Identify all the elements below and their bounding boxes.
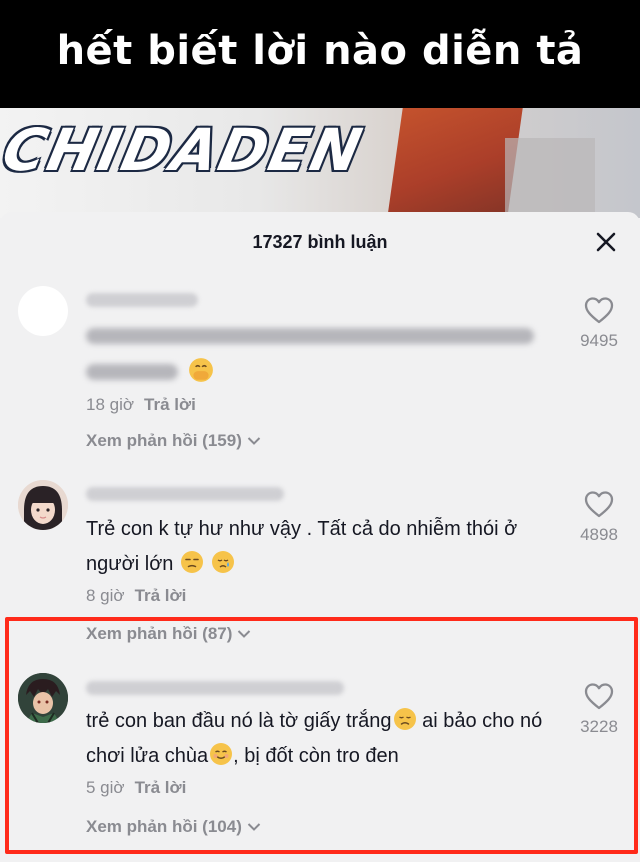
comment-text-content: Trẻ con k tự hư như vậy . Tất cả do nhiễ…	[86, 518, 518, 575]
comment-meta: 8 giờ Trả lời	[86, 586, 186, 606]
like-button[interactable]: 4898	[566, 490, 632, 545]
close-icon[interactable]	[594, 230, 618, 254]
reply-button[interactable]: Trả lời	[135, 586, 187, 605]
comment-username-blurred[interactable]	[86, 487, 284, 501]
view-replies-button[interactable]: Xem phản hồi (159)	[86, 431, 261, 451]
video-caption: hết biết lời nào diễn tả	[56, 28, 584, 74]
unamused-emoji	[181, 551, 203, 573]
comment-meta: 18 giờ Trả lời	[86, 395, 196, 415]
avatar[interactable]	[18, 286, 68, 336]
hand-over-mouth-emoji	[188, 357, 214, 388]
comment-username-blurred[interactable]	[86, 293, 198, 307]
crying-emoji	[211, 551, 234, 573]
video-preview[interactable]: CHIDADEN	[0, 108, 640, 218]
video-background-shape	[505, 138, 595, 218]
video-red-figure	[387, 108, 523, 218]
avatar[interactable]	[18, 480, 68, 530]
like-count: 4898	[580, 525, 618, 544]
comment-time: 8 giờ	[86, 586, 125, 605]
comment-count: 17327 bình luận	[252, 232, 388, 252]
comment-text: Trẻ con k tự hư như vậy . Tất cả do nhiễ…	[86, 512, 566, 582]
comment-text-blurred	[86, 364, 178, 380]
highlight-box	[5, 617, 638, 854]
comment-time: 18 giờ	[86, 395, 135, 414]
reply-button[interactable]: Trả lời	[144, 395, 196, 414]
like-button[interactable]: 9495	[566, 296, 632, 351]
heart-icon	[584, 297, 614, 324]
video-caption-bar: hết biết lời nào diễn tả	[0, 0, 640, 108]
view-replies-label: Xem phản hồi (159)	[86, 431, 242, 450]
comments-header: 17327 bình luận	[0, 212, 640, 274]
like-count: 9495	[580, 331, 618, 350]
heart-icon	[584, 491, 614, 518]
comment-text-blurred	[86, 328, 534, 344]
chevron-down-icon	[247, 437, 261, 445]
video-watermark: CHIDADEN	[0, 116, 370, 184]
